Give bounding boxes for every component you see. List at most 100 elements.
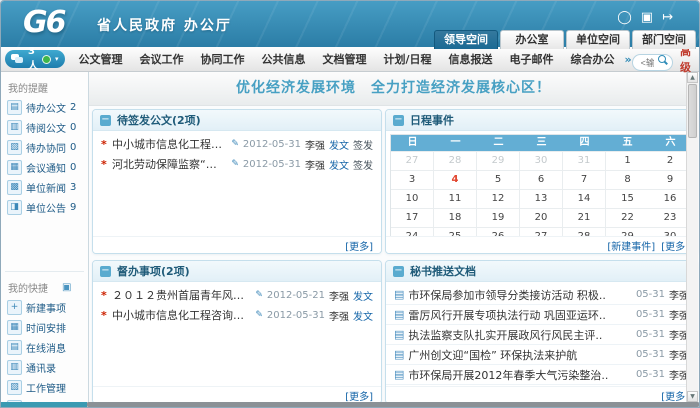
qianfa-link[interactable]: 签发 — [353, 137, 373, 152]
calendar-day[interactable]: 5 — [477, 170, 520, 189]
vscroll-thumb[interactable] — [688, 84, 697, 138]
collapse-icon[interactable]: − — [393, 115, 404, 126]
nav-more-arrow[interactable]: » — [625, 53, 632, 66]
space-tab[interactable]: 领导空间 — [434, 30, 498, 49]
calendar-day[interactable]: 13 — [520, 189, 563, 208]
collapse-icon[interactable]: − — [100, 115, 111, 126]
space-tab[interactable]: 单位空间 — [566, 30, 630, 49]
calendar-day[interactable]: 7 — [563, 170, 606, 189]
reminder-item[interactable]: ▤ 待办公文 2 — [1, 97, 88, 117]
calendar-day[interactable]: 31 — [563, 151, 606, 170]
logout-icon[interactable]: ↦ — [662, 10, 673, 26]
shortcut-item[interactable]: ▧ 工作管理 — [1, 377, 88, 397]
calendar-day[interactable]: 29 — [477, 151, 520, 170]
collapse-icon[interactable]: − — [393, 266, 404, 277]
calendar-day[interactable]: 22 — [606, 208, 649, 227]
calendar-day[interactable]: 14 — [563, 189, 606, 208]
fawen-link[interactable]: 发文 — [353, 288, 373, 303]
reminder-item[interactable]: ◨ 单位公告 9 — [1, 197, 88, 217]
calendar-day[interactable]: 4 — [434, 170, 477, 189]
calendar-day[interactable]: 30 — [520, 151, 563, 170]
nav-menu-item[interactable]: 公文管理 — [79, 51, 123, 67]
horizontal-scrollbar[interactable] — [1, 402, 699, 407]
more-link[interactable]: [更多] — [661, 238, 689, 253]
nav-menu-item[interactable]: 电子邮件 — [510, 51, 554, 67]
calendar-day[interactable]: 28 — [434, 151, 477, 170]
space-tab[interactable]: 办公室 — [500, 30, 564, 49]
calendar-day[interactable]: 3 — [391, 170, 434, 189]
reminder-count: 2 — [70, 102, 76, 113]
reminder-count: 0 — [70, 142, 76, 153]
reminder-item[interactable]: ▩ 单位新闻 3 — [1, 177, 88, 197]
calendar-day[interactable]: 17 — [391, 208, 434, 227]
shortcut-item[interactable]: ▦ 时间安排 — [1, 317, 88, 337]
nav-menu-item[interactable]: 信息报送 — [449, 51, 493, 67]
shortcut-item[interactable]: ▥ 通讯录 — [1, 357, 88, 377]
calendar-day[interactable]: 8 — [606, 170, 649, 189]
calendar-day[interactable]: 18 — [434, 208, 477, 227]
attachment-icon: ✎ — [255, 310, 263, 320]
shortcuts-settings-icon[interactable]: ▣ — [62, 282, 71, 293]
nav-menu-item[interactable]: 文档管理 — [323, 51, 367, 67]
more-link[interactable]: [更多] — [661, 388, 689, 403]
document-title-link[interactable]: ２０１２贵州首届青年风采大赛复赛举行 — [112, 287, 251, 303]
hscroll-thumb[interactable] — [87, 402, 699, 407]
shortcut-item[interactable]: + 新建事项 — [1, 297, 88, 317]
reminder-count: 0 — [70, 122, 76, 133]
reminder-item[interactable]: ▧ 待办协同 0 — [1, 137, 88, 157]
scroll-down-icon[interactable]: ▼ — [687, 391, 698, 402]
document-title-link[interactable]: 执法监察支队扎实开展政风行风民主评.. — [408, 327, 632, 343]
document-title-link[interactable]: 中小城市信息化工程咨询监理现状与对策分析 — [112, 307, 251, 323]
search-icon[interactable] — [658, 55, 666, 63]
space-tab[interactable]: 部门空间 — [632, 30, 696, 49]
document-title-link[interactable]: 中小城市信息化工程咨询监理现状与对策分析 — [112, 136, 227, 152]
collapse-icon[interactable]: − — [100, 266, 111, 277]
shortcuts-section-title: 我的快捷 ▣ — [8, 280, 88, 295]
document-title-link[interactable]: 市环保局参加市领导分类接访活动 积极.. — [408, 287, 632, 303]
calendar-day[interactable]: 11 — [434, 189, 477, 208]
shortcut-item[interactable]: ▤ 在线消息 — [1, 337, 88, 357]
calendar-day[interactable]: 12 — [477, 189, 520, 208]
reminder-item[interactable]: ▦ 会议通知 0 — [1, 157, 88, 177]
nav-menu-item[interactable]: 协同工作 — [201, 51, 245, 67]
calendar-day[interactable]: 20 — [520, 208, 563, 227]
document-title-link[interactable]: 河北劳动保障监察“两网化”软件项目 — [112, 156, 227, 172]
李强: ▤ 雷厉风行开展专项执法行动 巩固亚运环.. 05-31 李强 — [386, 305, 697, 325]
fawen-link[interactable]: 发文 — [329, 157, 349, 172]
nav-menu-item[interactable]: 综合办公 — [571, 51, 615, 67]
panel-title: 日程事件 — [410, 112, 454, 128]
nav-menu-item[interactable]: 会议工作 — [140, 51, 184, 67]
calendar-weekday: 四 — [563, 135, 606, 151]
calendar-day[interactable]: 6 — [520, 170, 563, 189]
more-link[interactable]: [更多] — [345, 388, 373, 403]
calendar-weekday: 五 — [606, 135, 649, 151]
fawen-link[interactable]: 发文 — [353, 308, 373, 323]
reminder-icon: ▤ — [7, 100, 22, 115]
vertical-scrollbar[interactable]: ▲ ▼ — [686, 72, 698, 402]
calendar-day[interactable]: 15 — [606, 189, 649, 208]
calendar-day[interactable]: 10 — [391, 189, 434, 208]
calendar-day[interactable]: 27 — [391, 151, 434, 170]
document-title-link[interactable]: 雷厉风行开展专项执法行动 巩固亚运环.. — [408, 307, 632, 323]
home-icon[interactable]: ◯ — [617, 10, 632, 26]
李强: ▤ 市环保局参加市领导分类接访活动 积极.. 05-31 李强 — [386, 285, 697, 305]
more-link[interactable]: [更多] — [345, 238, 373, 253]
reminder-item[interactable]: ▥ 待阅公文 0 — [1, 117, 88, 137]
message-icon[interactable]: ▣ — [641, 10, 653, 26]
nav-menu-item[interactable]: 公共信息 — [262, 51, 306, 67]
calendar-day[interactable]: 21 — [563, 208, 606, 227]
screen: G6 省人民政府 办公厅 ◯▣↦ 领导空间办公室单位空间部门空间 3人 ▾ 公文… — [0, 0, 700, 408]
document-date: 05-31 — [636, 309, 665, 320]
scroll-up-icon[interactable]: ▲ — [687, 72, 698, 83]
im-presence-widget[interactable]: 3人 ▾ — [5, 50, 65, 68]
fawen-link[interactable]: 发文 — [329, 137, 349, 152]
nav-menu-item[interactable]: 计划/日程 — [384, 51, 432, 67]
calendar-day[interactable]: 1 — [606, 151, 649, 170]
李强: ▤ 执法监察支队扎实开展政风行风民主评.. 05-31 李强 — [386, 325, 697, 345]
calendar-day[interactable]: 19 — [477, 208, 520, 227]
new-event-link[interactable]: [新建事件] — [607, 238, 655, 253]
qianfa-link[interactable]: 签发 — [353, 157, 373, 172]
sidebar: 我的提醒 ▤ 待办公文 2 ▥ 待阅公文 0 ▧ 待办协同 0 ▦ 会议通知 — [1, 72, 89, 402]
document-title-link[interactable]: 市环保局开展2012年春季大气污染整治.. — [408, 367, 632, 383]
document-title-link[interactable]: 广州创文迎“国检” 环保执法来护航 — [408, 347, 632, 363]
